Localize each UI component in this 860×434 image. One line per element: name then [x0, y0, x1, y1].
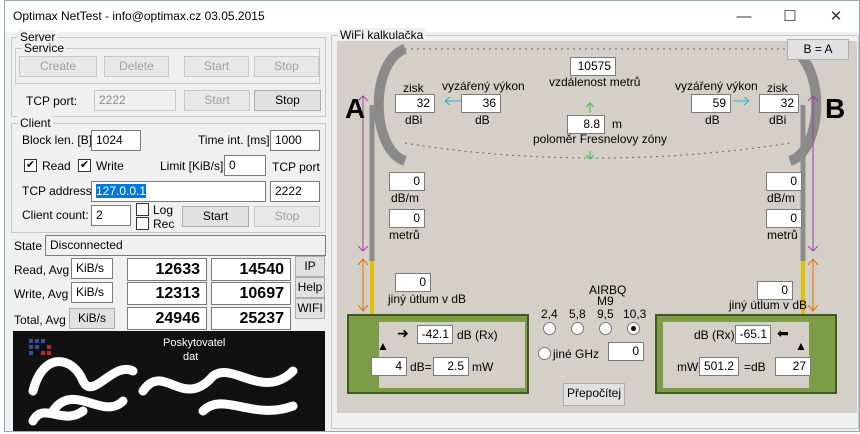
arrow-up-icon-b: ▲	[795, 339, 807, 353]
tx-a-db-label: dB=	[410, 360, 432, 374]
freq-24-radio[interactable]	[543, 322, 556, 335]
freq-24-label: 2,4	[541, 307, 558, 321]
tx-b-db-input[interactable]: 27	[775, 357, 811, 376]
fresnel-unit: m	[612, 117, 622, 131]
cable-len-a-unit: metrů	[389, 228, 420, 242]
gain-a-unit: dBi	[405, 113, 423, 127]
recalculate-button[interactable]: Přepočítej	[563, 383, 625, 406]
power-b-input[interactable]: 59	[691, 94, 731, 113]
cable-loss-a-input[interactable]: 0	[389, 172, 425, 191]
distance-input[interactable]: 10575	[570, 57, 616, 76]
site-a-label: A	[345, 93, 366, 124]
freq-103-radio[interactable]	[627, 322, 640, 335]
freq-58-radio[interactable]	[571, 322, 584, 335]
fresnel-label: poloměr Fresnelovy zóny	[533, 132, 668, 146]
rx-a-label: dB (Rx)	[457, 328, 498, 342]
power-b-unit: dB	[705, 113, 720, 127]
rx-b-label: dB (Rx)	[694, 328, 735, 342]
freq-other-input[interactable]: 0	[608, 342, 644, 361]
tx-a-mw-input[interactable]: 2.5	[433, 357, 469, 376]
tx-a-db-input[interactable]: 4	[371, 357, 407, 376]
cable-loss-a-unit: dB/m	[391, 191, 420, 205]
freq-58-label: 5,8	[569, 307, 586, 321]
tx-b-mw-input[interactable]: 501.2	[699, 357, 739, 376]
app-window: Optimax NetTest - info@optimax.cz 03.05.…	[4, 0, 860, 432]
tx-a-mw-label: mW	[472, 360, 494, 374]
freq-95-radio[interactable]	[599, 322, 612, 335]
power-a-input[interactable]: 36	[461, 94, 501, 113]
freq-103-label: 10,3	[623, 307, 647, 321]
gain-b-unit: dBi	[769, 113, 787, 127]
arrow-left-icon: ⬅	[777, 325, 789, 341]
rx-a-value: -42.1	[417, 325, 453, 344]
cable-loss-b-unit: dB/m	[767, 191, 796, 205]
gain-b-label: zisk	[767, 81, 788, 95]
other-arrow-b	[807, 258, 819, 312]
gain-b-input[interactable]: 32	[759, 94, 799, 113]
b-equals-a-button[interactable]: B = A	[787, 39, 849, 60]
site-b-label: B	[825, 93, 846, 124]
arrow-left	[444, 96, 461, 106]
other-loss-a-label: jiný útlum v dB	[388, 292, 467, 306]
arrow-up-icon: ▲	[377, 339, 389, 353]
other-loss-a-input[interactable]: 0	[395, 273, 431, 292]
cable-len-b-input[interactable]: 0	[766, 209, 802, 228]
gain-a-label: zisk	[403, 81, 424, 95]
m9-label: M9	[597, 294, 614, 308]
freq-other-label: jiné GHz	[553, 347, 600, 361]
arrow-right	[733, 96, 750, 106]
other-loss-b-label: jiný útlum v dB	[729, 298, 808, 312]
power-a-label: vyzářený výkon	[442, 79, 525, 93]
distance-label: vzdálenost metrů	[549, 75, 641, 89]
gain-a-input[interactable]: 32	[395, 94, 435, 113]
cable-len-b-unit: metrů	[767, 228, 798, 242]
arrow-right-icon: ➜	[397, 325, 409, 341]
power-a-unit: dB	[475, 113, 490, 127]
freq-other-radio[interactable]	[538, 347, 551, 360]
power-b-label: vyzářený výkon	[675, 79, 758, 93]
tx-b-mw-label: mW	[677, 360, 699, 374]
rx-b-value: -65.1	[735, 325, 771, 344]
tx-b-db-label: =dB	[744, 360, 766, 374]
cable-len-a-input[interactable]: 0	[389, 209, 425, 228]
other-arrow-a	[357, 258, 369, 312]
freq-95-label: 9,5	[597, 307, 614, 321]
cable-loss-b-input[interactable]: 0	[766, 172, 802, 191]
